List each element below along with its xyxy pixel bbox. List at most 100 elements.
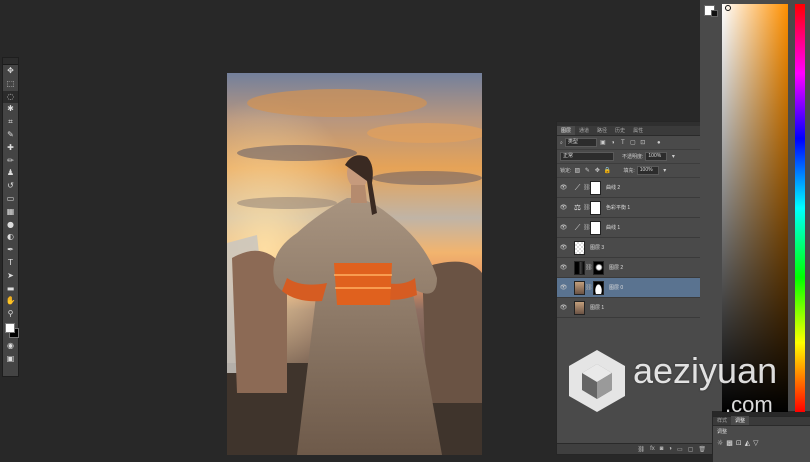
document-canvas[interactable] xyxy=(227,73,482,455)
filter-kind-select[interactable]: 类型 xyxy=(564,138,597,147)
adjust-icon[interactable]: ◑ xyxy=(668,446,672,452)
mask-link-icon[interactable]: ⛓ xyxy=(583,224,591,231)
visibility-eye-icon[interactable]: 👁 xyxy=(557,284,570,291)
blend-mode-select[interactable]: 正常 xyxy=(560,152,614,161)
magic-wand-tool[interactable]: ✱ xyxy=(3,103,18,115)
layer-row[interactable]: 👁 ⛓ 图层 0 xyxy=(557,278,712,298)
layer-name: 图层 1 xyxy=(590,305,605,311)
new-icon[interactable]: ▢ xyxy=(688,446,694,453)
filter-adjustment-icon[interactable]: ◑ xyxy=(609,139,617,146)
marquee-tool[interactable]: ⬚ xyxy=(3,78,18,90)
fill-dropdown-icon[interactable]: ▾ xyxy=(661,167,669,174)
layer-row[interactable]: 👁 图层 3 xyxy=(557,238,712,258)
brush-tool[interactable]: ✏ xyxy=(3,155,18,167)
watermark-domain: .com xyxy=(725,392,773,417)
visibility-eye-icon[interactable]: 👁 xyxy=(557,304,570,311)
layer-mask-thumbnail[interactable] xyxy=(590,180,601,195)
quick-mask-icon[interactable]: ◉ xyxy=(3,340,18,352)
blur-tool[interactable]: ● xyxy=(3,219,18,231)
eyedropper-tool[interactable]: ✎ xyxy=(3,129,18,141)
shape-tool[interactable]: ▬ xyxy=(3,283,18,295)
tab-layers[interactable]: 图层 xyxy=(557,126,576,135)
mask-icon[interactable]: ◙ xyxy=(660,446,664,452)
curves-icon: ⟋ xyxy=(574,222,581,232)
pen-tool[interactable]: ✒ xyxy=(3,244,18,256)
opacity-dropdown-icon[interactable]: ▾ xyxy=(669,153,677,160)
layer-thumbnail[interactable] xyxy=(574,280,585,295)
screen-mode-icon[interactable]: ▣ xyxy=(3,353,18,365)
fill-input[interactable]: 100% xyxy=(636,166,659,175)
hand-tool[interactable]: ✋ xyxy=(3,295,18,307)
layer-thumbnail[interactable] xyxy=(574,260,585,275)
layer-mask-thumbnail[interactable] xyxy=(590,200,601,215)
fx-icon[interactable]: fx xyxy=(650,446,655,452)
filter-pixel-icon[interactable]: ▣ xyxy=(599,139,607,146)
crop-tool[interactable]: ⌗ xyxy=(3,116,18,128)
layer-mask-thumbnail[interactable] xyxy=(593,280,604,295)
adjustments-icons: ☼ ▩ ⊡ ◭ ▽ xyxy=(713,437,810,449)
tab-properties[interactable]: 属性 xyxy=(629,126,647,135)
lock-pixels-icon[interactable]: ✎ xyxy=(583,167,591,174)
mask-link-icon[interactable]: ⛓ xyxy=(583,184,591,191)
history-brush-tool[interactable]: ↺ xyxy=(3,180,18,192)
layer-mask-thumbnail[interactable] xyxy=(593,260,604,275)
type-tool[interactable]: T xyxy=(3,257,18,269)
visibility-eye-icon[interactable]: 👁 xyxy=(557,244,570,251)
dodge-tool[interactable]: ◐ xyxy=(3,231,18,243)
tool-bottom-icons: ◉ ▣ xyxy=(3,340,18,365)
filter-type-icon[interactable]: T xyxy=(619,139,627,146)
layer-list: 👁 ⟋ ⛓ 曲线 2 👁 ⚖ ⛓ 色彩平衡 1 👁 ⟋ ⛓ 曲线 1 👁 图层 3 👁 ⛓ 图层 2 👁 ⛓ 图层 0… xyxy=(557,178,712,318)
layer-thumbnail[interactable] xyxy=(574,300,585,315)
tab-paths[interactable]: 路径 xyxy=(593,126,611,135)
link-icon[interactable]: ⛓ xyxy=(637,446,645,453)
group-icon[interactable]: ▭ xyxy=(677,446,683,453)
brightness-icon[interactable]: ☼ xyxy=(717,439,723,447)
color-picker-marker[interactable] xyxy=(725,5,731,11)
color-panel-background-swatch[interactable] xyxy=(711,10,718,17)
mask-link-icon[interactable]: ⛓ xyxy=(585,284,593,291)
opacity-input[interactable]: 100% xyxy=(645,152,668,161)
filter-smart-object-icon[interactable]: ⊡ xyxy=(639,139,647,146)
layer-row[interactable]: 👁 ⟋ ⛓ 曲线 2 xyxy=(557,178,712,198)
tab-channels[interactable]: 通道 xyxy=(575,126,593,135)
mask-link-icon[interactable]: ⛓ xyxy=(585,264,593,271)
levels-icon[interactable]: ▩ xyxy=(726,439,733,447)
layer-name: 色彩平衡 1 xyxy=(606,205,631,211)
lock-transparent-icon[interactable]: ▨ xyxy=(573,167,581,174)
curves-icon[interactable]: ⊡ xyxy=(736,439,742,447)
visibility-eye-icon[interactable]: 👁 xyxy=(557,224,570,231)
move-tool[interactable]: ✥ xyxy=(3,65,18,77)
visibility-eye-icon[interactable]: 👁 xyxy=(557,204,570,211)
visibility-eye-icon[interactable]: 👁 xyxy=(557,184,570,191)
color-swatches xyxy=(3,322,19,340)
mask-link-icon[interactable]: ⛓ xyxy=(583,204,591,211)
layer-row[interactable]: 👁 ⛓ 图层 2 xyxy=(557,258,712,278)
delete-icon[interactable]: 🗑 xyxy=(698,446,706,453)
layer-mask-thumbnail[interactable] xyxy=(590,220,601,235)
gradient-tool[interactable]: ▦ xyxy=(3,206,18,218)
tab-history[interactable]: 历史 xyxy=(611,126,629,135)
layer-row[interactable]: 👁 ⚖ ⛓ 色彩平衡 1 xyxy=(557,198,712,218)
color-balance-icon: ⚖ xyxy=(573,203,582,212)
eraser-tool[interactable]: ▭ xyxy=(3,193,18,205)
filter-shape-icon[interactable]: ▢ xyxy=(629,139,637,146)
foreground-color-swatch[interactable] xyxy=(5,323,15,334)
fill-label: 填充: xyxy=(623,168,635,174)
visibility-eye-icon[interactable]: 👁 xyxy=(557,264,570,271)
vibrance-icon[interactable]: ▽ xyxy=(753,439,758,447)
tools-panel-grip[interactable] xyxy=(3,58,18,65)
zoom-tool[interactable]: ⚲ xyxy=(3,308,18,320)
lock-all-icon[interactable]: 🔒 xyxy=(603,167,611,174)
layer-thumbnail[interactable] xyxy=(574,240,585,255)
layer-row[interactable]: 👁 ⟋ ⛓ 曲线 1 xyxy=(557,218,712,238)
watermark-text: aeziyuan xyxy=(633,350,778,391)
filter-toggle-icon[interactable]: ● xyxy=(655,139,663,146)
healing-brush-tool[interactable]: ✚ xyxy=(3,142,18,154)
layer-row[interactable]: 👁 图层 1 xyxy=(557,298,712,318)
tool-list: ✥ ⬚ ◌ ✱ ⌗ ✎ ✚ ✏ ♟ ↺ ▭ ▦ ● ◐ ✒ T ➤ ▬ ✋ ⚲ xyxy=(3,65,18,320)
exposure-icon[interactable]: ◭ xyxy=(745,439,750,447)
lasso-tool[interactable]: ◌ xyxy=(3,90,18,103)
clone-stamp-tool[interactable]: ♟ xyxy=(3,167,18,179)
lock-position-icon[interactable]: ✥ xyxy=(593,167,601,174)
path-selection-tool[interactable]: ➤ xyxy=(3,270,18,282)
